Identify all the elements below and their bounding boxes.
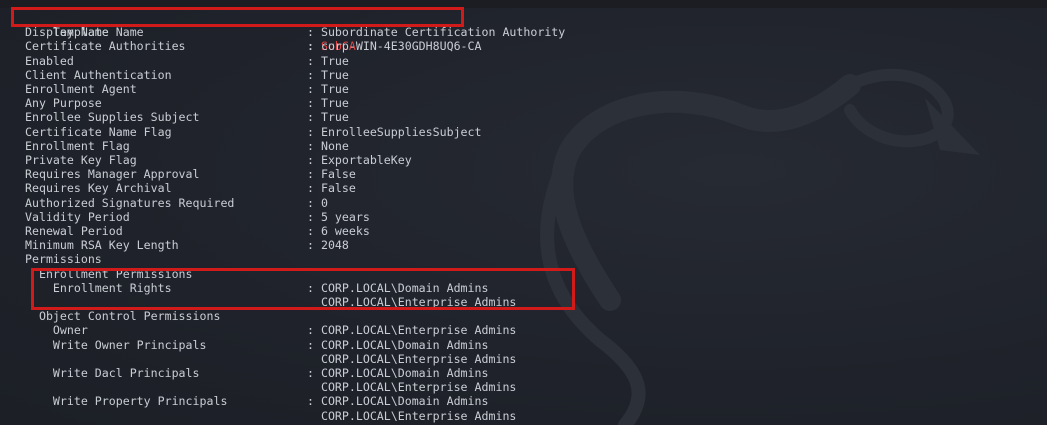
row-key: Enrollment Flag xyxy=(25,138,130,153)
row-key: Requires Manager Approval xyxy=(25,167,200,182)
row-requires-key-archival: Requires Key Archival : False xyxy=(25,181,356,196)
highlight-box-enrollment-permissions xyxy=(31,268,575,310)
row-key: Requires Key Archival xyxy=(25,181,172,196)
highlight-box-template-name xyxy=(11,7,464,27)
row-value: : 0 xyxy=(307,195,328,210)
permissions-header: Permissions xyxy=(25,252,102,266)
row-value: : corp-WIN-4E30GDH8UQ6-CA xyxy=(307,39,482,54)
row-enrollee-supplies-subject: Enrollee Supplies Subject : True xyxy=(25,110,349,125)
row-minimum-rsa-key-length: Minimum RSA Key Length : 2048 xyxy=(25,238,349,253)
row-value: : 5 years xyxy=(307,209,370,224)
row-value: : CORP.LOCAL\Domain Admins xyxy=(307,394,489,409)
row-requires-manager-approval: Requires Manager Approval : False xyxy=(25,167,356,182)
row-value: : None xyxy=(307,138,349,153)
row-value: : EnrolleeSuppliesSubject xyxy=(307,124,482,139)
row-key: Client Authentication xyxy=(25,67,172,82)
row-enabled: Enabled : True xyxy=(25,53,349,68)
row-write-property: Write Property Principals : CORP.LOCAL\Do… xyxy=(25,394,489,409)
row-certificate-name-flag: Certificate Name Flag : EnrolleeSuppliesS… xyxy=(25,124,482,139)
row-value: : 2048 xyxy=(307,238,349,253)
row-key: Write Owner Principals xyxy=(25,337,207,352)
row-value: CORP.LOCAL\Enterprise Admins xyxy=(307,408,517,423)
row-value: : CORP.LOCAL\Enterprise Admins xyxy=(307,323,517,338)
object-control-header: Object Control Permissions xyxy=(25,309,221,324)
row-renewal-period: Renewal Period : 6 weeks xyxy=(25,224,370,238)
row-write-dacl: Write Dacl Principals : CORP.LOCAL\Domain… xyxy=(25,366,489,380)
row-value: : True xyxy=(307,53,349,68)
row-value: : Subordinate Certification Authority xyxy=(307,25,566,40)
row-value: : False xyxy=(307,181,356,196)
row-validity-period: Validity Period : 5 years xyxy=(25,209,370,224)
row-key: Display Name xyxy=(25,25,109,40)
row-owner: Owner : CORP.LOCAL\Enterprise Admins xyxy=(25,323,517,338)
row-value: CORP.LOCAL\Enterprise Admins xyxy=(307,351,517,366)
row-display-name: Display Name : Subordinate Certification … xyxy=(25,25,565,40)
row-key: Write Dacl Principals xyxy=(25,366,200,380)
row-certificate-authorities: Certificate Authorities : corp-WIN-4E30GD… xyxy=(25,39,482,54)
row-any-purpose: Any Purpose : True xyxy=(25,96,349,111)
row-key: Enrollment Agent xyxy=(25,82,137,96)
row-write-owner: Write Owner Principals : CORP.LOCAL\Domai… xyxy=(25,337,489,352)
row-value: : 6 weeks xyxy=(307,224,370,238)
row-key: Any Purpose xyxy=(25,96,102,111)
row-key: Validity Period xyxy=(25,209,130,224)
row-key: Enrollee Supplies Subject xyxy=(25,110,200,125)
row-key: Write Property Principals xyxy=(25,394,228,409)
row-enrollment-flag: Enrollment Flag : None xyxy=(25,138,349,153)
row-authorized-signatures: Authorized Signatures Required : 0 xyxy=(25,195,328,210)
row-private-key-flag: Private Key Flag : ExportableKey xyxy=(25,153,412,167)
row-value: : True xyxy=(307,110,349,125)
row-value: : CORP.LOCAL\Domain Admins xyxy=(307,366,489,380)
row-key: Owner xyxy=(25,323,88,338)
row-value: : False xyxy=(307,167,356,182)
row-key: Enabled xyxy=(25,53,74,68)
row-value: CORP.LOCAL\Enterprise Admins xyxy=(307,380,517,395)
row-client-authentication: Client Authentication : True xyxy=(25,67,349,82)
row-value: : True xyxy=(307,67,349,82)
terminal-window: Template Name : SubCA Display Name: Subo… xyxy=(0,0,1047,425)
row-key: Permissions xyxy=(25,252,102,267)
row-value: : ExportableKey xyxy=(307,153,412,167)
row-enrollment-agent: Enrollment Agent : True xyxy=(25,82,349,96)
row-value: : True xyxy=(307,82,349,96)
row-key: Certificate Authorities xyxy=(25,39,186,54)
row-value: : CORP.LOCAL\Domain Admins xyxy=(307,337,489,352)
row-key: Private Key Flag xyxy=(25,153,137,167)
row-key: Certificate Name Flag xyxy=(25,124,172,139)
row-key: Authorized Signatures Required xyxy=(25,195,235,210)
row-key: Renewal Period xyxy=(25,224,123,238)
row-key: Object Control Permissions xyxy=(25,309,221,324)
row-value: : True xyxy=(307,96,349,111)
row-key: Minimum RSA Key Length xyxy=(25,238,179,253)
